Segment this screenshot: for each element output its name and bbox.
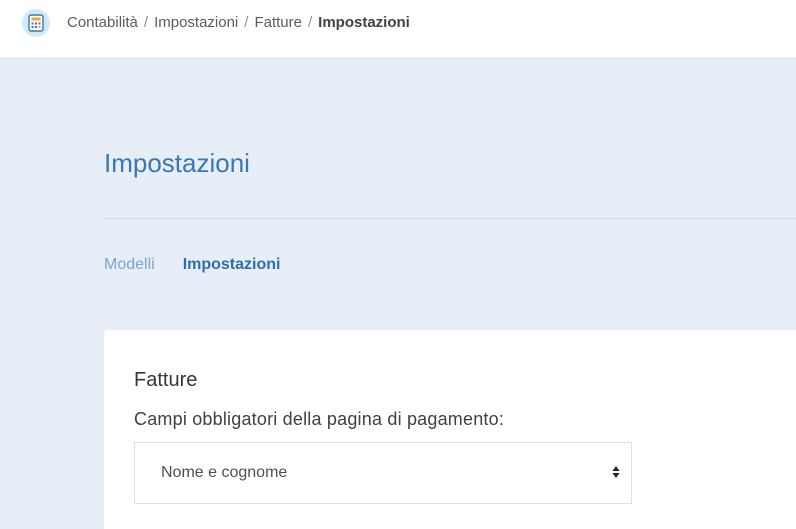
accounting-calculator-icon[interactable] [22, 9, 50, 37]
breadcrumb-item-accounting[interactable]: Contabilità [67, 14, 138, 31]
breadcrumb-separator: / [143, 14, 149, 31]
breadcrumb: Contabilità / Impostazioni / Fatture / Imposta… [67, 13, 410, 33]
select-value: Nome e cognome [161, 464, 288, 481]
page-title: Impostazioni [104, 148, 250, 178]
breadcrumb-current: Impostazioni [318, 14, 410, 31]
tab-settings[interactable]: Impostazioni [183, 255, 281, 275]
tab-bar: Modelli Impostazioni [104, 255, 308, 275]
sort-arrows-icon [611, 463, 621, 481]
top-bar: Contabilità / Impostazioni / Fatture / Imposta… [0, 0, 796, 57]
required-fields-select[interactable]: Nome e cognome [134, 442, 632, 504]
tab-models[interactable]: Modelli [104, 255, 155, 275]
title-divider [104, 218, 796, 219]
main-content: Impostazioni Modelli Impostazioni Fatture… [0, 57, 796, 529]
card-title: Fatture [134, 369, 198, 391]
breadcrumb-item-settings[interactable]: Impostazioni [154, 14, 238, 31]
invoices-settings-card: Fatture Campi obbligatori della pagina d… [104, 330, 796, 529]
required-fields-label: Campi obbligatori della pagina di pagame… [134, 409, 505, 429]
breadcrumb-item-invoices[interactable]: Fatture [254, 14, 302, 31]
breadcrumb-separator: / [307, 14, 313, 31]
breadcrumb-separator: / [244, 14, 249, 31]
